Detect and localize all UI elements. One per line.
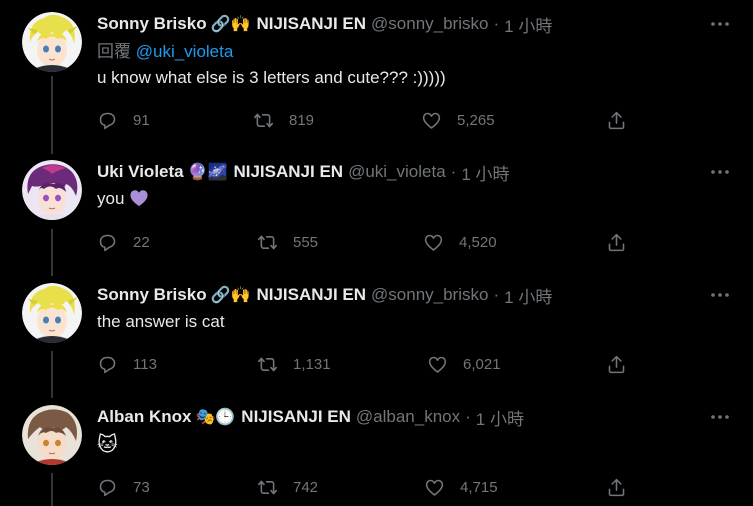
alban-avatar[interactable] [22,405,82,465]
share-icon [608,355,625,373]
author-org[interactable]: NIJISANJI EN [256,14,366,34]
tweet-text-container: you [97,187,753,211]
share-icon [608,111,625,129]
like-count: 4,520 [459,233,497,251]
retweet-count: 742 [293,478,319,496]
tweet-time[interactable]: 1 小時 [504,283,552,308]
more-dots-icon[interactable] [709,162,731,182]
timeline: Sonny Brisko 🔗🙌 NIJISANJI EN @sonny_bris… [0,0,753,506]
retweet-icon [257,480,278,494]
reply-icon [99,356,116,373]
share-icon [608,233,625,251]
author-name[interactable]: Sonny Brisko [97,285,207,305]
tweet-actions: 22 555 4,520 [97,230,637,254]
author-name[interactable]: Alban Knox [97,407,191,427]
heart-icon [424,234,443,251]
more-dots-icon[interactable] [709,285,731,305]
retweet-button[interactable]: 742 [257,477,318,498]
share-button[interactable] [606,110,627,131]
reply-count: 113 [133,355,157,373]
retweet-icon [253,113,274,127]
tweet[interactable]: Alban Knox 🎭🕒 NIJISANJI EN @alban_knox ·… [0,405,753,506]
heart-icon [422,112,441,129]
author-handle[interactable]: @alban_knox [356,407,460,427]
author-emojis: 🎭🕒 [195,409,236,426]
separator-dot: · [465,407,471,426]
separator-dot: · [493,285,500,304]
share-button[interactable] [606,354,627,375]
tweet-actions: 73 742 4,715 [97,475,637,499]
like-button[interactable]: 4,715 [424,477,498,498]
retweet-count: 555 [293,233,319,251]
reply-count: 73 [133,478,150,496]
author-handle[interactable]: @sonny_brisko [371,285,488,305]
tweet-time[interactable]: 1 小時 [476,405,524,430]
like-button[interactable]: 4,520 [423,232,497,253]
author-emojis: 🔗🙌 [210,287,251,304]
reply-context: 回覆 @uki_violeta [97,41,753,63]
share-button[interactable] [606,232,627,253]
retweet-button[interactable]: 555 [257,232,318,253]
reply-count: 22 [133,233,150,251]
retweet-button[interactable]: 819 [253,110,314,131]
retweet-icon [257,235,278,249]
author-name[interactable]: Sonny Brisko [97,14,207,34]
author-emojis: 🔗🙌 [210,16,251,33]
author-handle[interactable]: @uki_violeta [348,162,446,182]
author-emojis: 🔮🌌 [187,164,228,181]
tweet[interactable]: Sonny Brisko 🔗🙌 NIJISANJI EN @sonny_bris… [0,12,753,152]
uki-avatar[interactable] [22,160,82,220]
tweet-actions: 113 1,131 6,021 [97,352,637,376]
reply-icon [99,112,116,129]
like-button[interactable]: 5,265 [421,110,495,131]
retweet-icon [257,357,278,371]
tweet[interactable]: Uki Violeta 🔮🌌 NIJISANJI EN @uki_violeta… [0,160,753,270]
reply-label: 回覆 [97,42,131,61]
reply-icon [99,234,116,251]
purple-heart-icon [130,190,148,207]
sonny-avatar[interactable] [22,12,82,72]
reply-button[interactable]: 73 [97,477,150,498]
reply-count: 91 [133,111,150,129]
author-org[interactable]: NIJISANJI EN [256,285,366,305]
retweet-count: 1,131 [293,355,331,373]
tweet-text: 🐱 [97,434,118,456]
tweet-text: u know what else is 3 letters and cute??… [97,68,446,87]
tweet-text: the answer is cat [97,312,225,331]
reply-icon [99,479,116,496]
share-icon [608,478,625,496]
retweet-count: 819 [289,111,315,129]
like-count: 4,715 [460,478,498,496]
tweet-time[interactable]: 1 小時 [461,160,509,185]
author-handle[interactable]: @sonny_brisko [371,14,488,34]
tweet-text: you [97,189,125,208]
author-org[interactable]: NIJISANJI EN [241,407,351,427]
reply-mention-link[interactable]: @uki_violeta [136,42,234,61]
more-dots-icon[interactable] [709,407,731,427]
like-count: 5,265 [457,111,495,129]
reply-button[interactable]: 91 [97,110,150,131]
author-name[interactable]: Uki Violeta [97,162,184,182]
tweet[interactable]: Sonny Brisko 🔗🙌 NIJISANJI EN @sonny_bris… [0,283,753,393]
like-button[interactable]: 6,021 [427,354,501,375]
heart-icon [425,479,444,496]
share-button[interactable] [606,477,627,498]
sonny-avatar[interactable] [22,283,82,343]
more-dots-icon[interactable] [709,14,731,34]
separator-dot: · [493,14,500,33]
like-count: 6,021 [463,355,501,373]
heart-icon [428,356,447,373]
separator-dot: · [450,162,457,181]
reply-button[interactable]: 22 [97,232,150,253]
retweet-button[interactable]: 1,131 [257,354,331,375]
author-org[interactable]: NIJISANJI EN [233,162,343,182]
tweet-actions: 91 819 5,265 [97,108,637,132]
tweet-time[interactable]: 1 小時 [504,12,552,37]
reply-button[interactable]: 113 [97,354,157,375]
